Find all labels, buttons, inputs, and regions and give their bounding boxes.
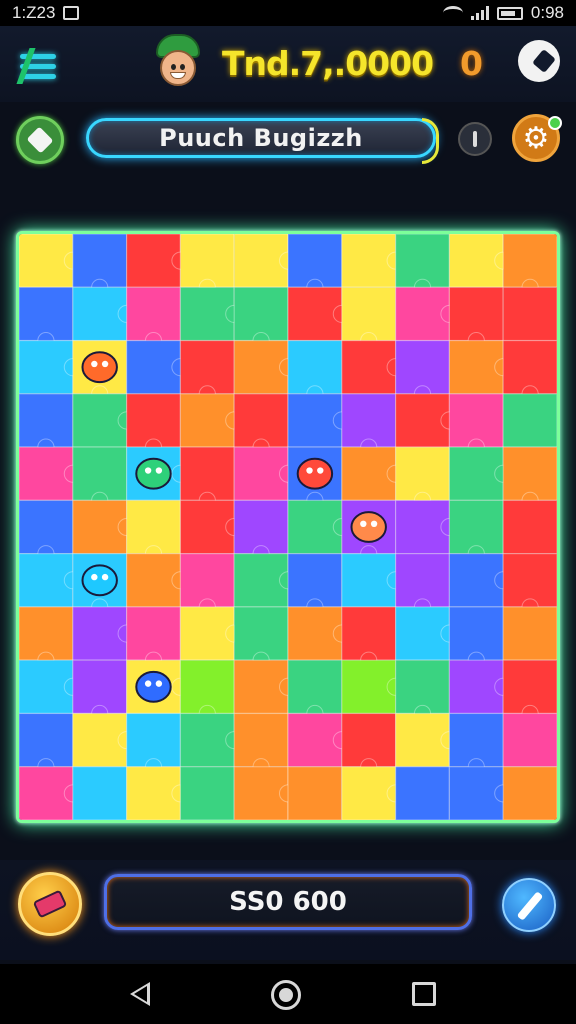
menu-icon[interactable] — [20, 44, 64, 88]
score-display: SS0 600 — [104, 874, 472, 930]
title-row: Puuch Bugizzh ⚙ — [0, 102, 576, 182]
fish-icon[interactable] — [296, 457, 334, 490]
recent-apps-icon[interactable] — [412, 982, 436, 1006]
profile-icon[interactable] — [518, 40, 560, 82]
notification-dot — [548, 116, 562, 130]
back-icon[interactable] — [130, 982, 150, 1006]
puzzle-title: Puuch Bugizzh — [159, 124, 363, 152]
cyan-creature-icon[interactable] — [81, 564, 118, 597]
orange-fish-icon[interactable] — [350, 511, 387, 543]
gallery-notification-icon — [63, 6, 80, 20]
status-time: 1:Z23 — [12, 3, 56, 22]
avatar[interactable] — [152, 34, 204, 92]
status-bar: 1:Z23 0:98 — [0, 0, 576, 26]
home-circle-icon[interactable] — [271, 980, 301, 1010]
title-banner: Puuch Bugizzh — [86, 118, 439, 164]
info-icon[interactable] — [458, 122, 492, 156]
home-icon[interactable] — [16, 116, 64, 164]
bug-icon[interactable] — [81, 351, 118, 384]
pencil-icon[interactable] — [502, 878, 556, 932]
status-right: 0:98 — [442, 3, 564, 23]
score-value: SS0 600 — [229, 887, 347, 917]
wifi-icon — [442, 6, 463, 20]
blue-star-icon[interactable] — [135, 457, 172, 490]
hint-icon[interactable] — [18, 872, 82, 936]
currency-value: Tnd.7,.0000 — [222, 44, 434, 83]
face-icon — [160, 50, 196, 86]
bottom-bar: SS0 600 — [0, 860, 576, 960]
board-glow — [19, 234, 557, 820]
navigation-bar — [0, 964, 576, 1024]
signal-icon — [470, 6, 489, 20]
battery-level: 0:98 — [530, 3, 564, 22]
secondary-count: 0 — [460, 44, 483, 83]
status-left: 1:Z23 — [12, 3, 80, 23]
puzzle-board[interactable] — [16, 231, 560, 823]
puzzle-grid[interactable] — [19, 234, 557, 820]
bug-icon[interactable] — [135, 670, 172, 703]
battery-icon — [496, 6, 523, 20]
